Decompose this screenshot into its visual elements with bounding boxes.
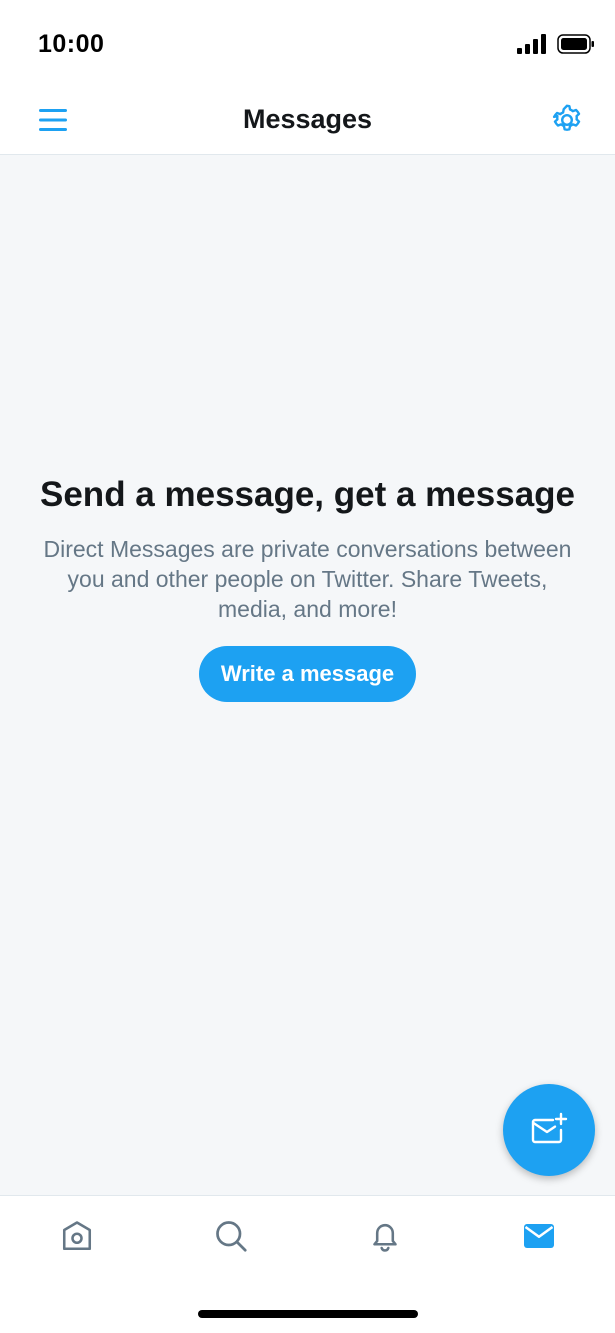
status-bar: 10:00 bbox=[0, 0, 615, 88]
tab-messages[interactable] bbox=[517, 1214, 561, 1258]
search-icon bbox=[216, 1221, 247, 1252]
signal-icon bbox=[517, 34, 546, 54]
envelope-icon bbox=[524, 1224, 554, 1248]
empty-state-title: Send a message, get a message bbox=[40, 475, 575, 514]
gear-icon bbox=[552, 104, 581, 131]
new-message-fab[interactable] bbox=[503, 1084, 595, 1176]
bell-icon bbox=[373, 1224, 397, 1252]
messages-main: Send a message, get a message Direct Mes… bbox=[0, 155, 615, 1195]
status-time: 10:00 bbox=[38, 30, 105, 58]
top-nav-header: Messages bbox=[0, 88, 615, 155]
new-message-icon bbox=[531, 1112, 568, 1144]
write-message-button[interactable]: Write a message bbox=[198, 646, 417, 702]
battery-icon bbox=[557, 34, 594, 54]
page-title: Messages bbox=[242, 104, 373, 134]
home-icon bbox=[62, 1221, 92, 1251]
status-icons bbox=[517, 34, 595, 54]
tab-search[interactable] bbox=[209, 1214, 253, 1258]
tab-notifications[interactable] bbox=[363, 1214, 407, 1258]
empty-state-description: Direct Messages are private conversation… bbox=[43, 536, 572, 622]
tab-home[interactable] bbox=[55, 1214, 99, 1258]
empty-state: Send a message, get a message Direct Mes… bbox=[40, 473, 575, 702]
settings-button[interactable] bbox=[547, 100, 587, 140]
home-indicator bbox=[198, 1310, 418, 1318]
